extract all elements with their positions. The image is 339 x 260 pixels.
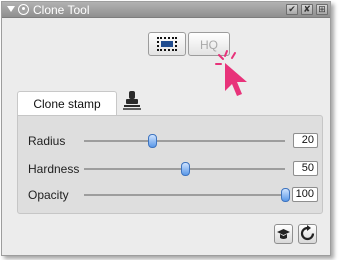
selection-mode-button[interactable] — [148, 32, 186, 56]
hardness-slider-thumb[interactable] — [180, 162, 190, 176]
stamp-icon[interactable] — [122, 90, 142, 112]
cancel-button[interactable]: ✘ — [301, 4, 313, 15]
radius-slider-thumb[interactable] — [148, 134, 158, 148]
opacity-value-field[interactable]: 100 — [291, 187, 318, 202]
hardness-row: Hardness 50 — [18, 159, 322, 179]
hardness-slider[interactable] — [84, 162, 285, 176]
presets-icon — [277, 229, 290, 239]
click-cursor-icon — [215, 50, 247, 96]
options-button[interactable]: ⊞ — [316, 4, 328, 15]
selection-rectangle-icon — [157, 37, 177, 51]
clone-tool-icon — [18, 4, 29, 15]
reset-icon — [300, 225, 315, 241]
hardness-label: Hardness — [28, 162, 80, 176]
opacity-slider-thumb[interactable] — [281, 188, 290, 202]
opacity-slider[interactable] — [84, 188, 290, 202]
window-title: Clone Tool — [33, 3, 90, 17]
clone-tool-window: Clone Tool ✔ ✘ ⊞ HQ Clone stamp Radius 2… — [1, 1, 331, 256]
radius-row: Radius 20 — [18, 131, 322, 151]
collapse-arrow-icon[interactable] — [7, 6, 15, 12]
brush-settings-panel: Radius 20 Hardness 50 Opacity 100 — [17, 115, 323, 214]
hardness-value-field[interactable]: 50 — [293, 161, 318, 176]
opacity-label: Opacity — [28, 188, 69, 202]
radius-value-field[interactable]: 20 — [293, 133, 318, 148]
presets-button[interactable] — [274, 224, 293, 244]
radius-label: Radius — [28, 134, 66, 148]
tab-clone-stamp[interactable]: Clone stamp — [17, 91, 117, 115]
radius-slider[interactable] — [84, 134, 285, 148]
window-titlebar[interactable]: Clone Tool ✔ ✘ ⊞ — [2, 2, 330, 18]
reset-button[interactable] — [298, 224, 317, 244]
opacity-row: Opacity 100 — [18, 185, 322, 205]
apply-button[interactable]: ✔ — [286, 4, 298, 15]
